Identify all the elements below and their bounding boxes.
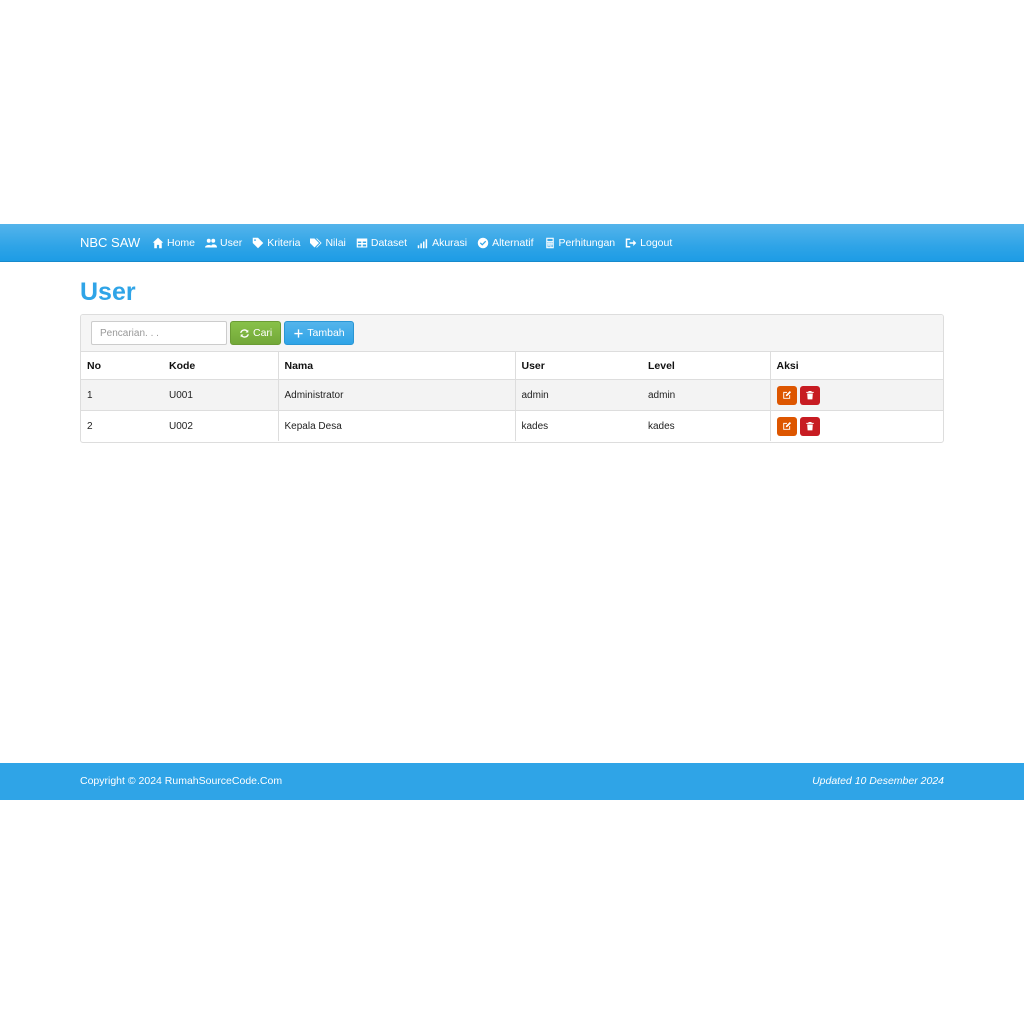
add-button[interactable]: Tambah [284,321,354,345]
top-navbar: NBC SAW Home User Kriteria Nilai Dataset… [0,224,1024,262]
cell-aksi [770,411,943,442]
delete-button[interactable] [799,416,820,436]
user-panel: Cari Tambah No Kode Nama User Level Aksi… [80,314,944,443]
check-circle-icon [477,237,489,249]
cell-user: kades [521,420,549,432]
nav-item-user[interactable]: User [205,237,242,249]
nav-item-akurasi[interactable]: Akurasi [417,237,467,249]
nav-item-dataset[interactable]: Dataset [356,237,407,249]
panel-toolbar: Cari Tambah [81,315,943,352]
nav-item-perhitungan[interactable]: Perhitungan [544,236,616,249]
nav-item-label: User [220,236,243,249]
cell-no: 1 [81,379,163,411]
nav-item-label: Home [167,236,196,249]
column-header-aksi: Aksi [770,352,943,380]
nav-item-nilai[interactable]: Nilai [310,236,346,249]
nav-item-label: Dataset [370,236,408,249]
plus-icon [294,328,303,338]
cell-nama: Kepala Desa [278,410,516,441]
nav-item-label: Nilai [325,236,346,249]
table-icon [356,237,368,249]
add-button-label: Tambah [307,327,345,339]
nav-item-label: Kriteria [267,236,301,249]
cell-nama: Administrator [278,379,516,411]
tag-icon [252,237,264,249]
search-button-label: Cari [253,327,273,339]
table-row: 1 U001 Administrator admin admin [81,379,943,411]
nav-item-logout[interactable]: Logout [625,237,672,249]
refresh-icon [240,328,249,338]
calculator-icon [544,237,556,249]
cell-kode: U001 [163,379,279,411]
footer: Copyright © 2024 RumahSourceCode.Com Upd… [0,763,1024,800]
trash-icon [805,421,814,431]
page-title: User [80,278,136,306]
edit-button[interactable] [776,416,797,436]
nav-item-label: Perhitungan [558,236,616,249]
footer-copyright: Copyright © 2024 RumahSourceCode.Com [80,775,283,787]
cell-aksi [770,379,943,411]
tags-icon [310,237,323,249]
home-icon [152,237,164,249]
edit-button[interactable] [776,385,797,405]
navbar-brand[interactable]: NBC SAW [80,224,140,261]
delete-button[interactable] [799,385,820,405]
nav-item-label: Alternatif [492,236,534,249]
nav-item-home[interactable]: Home [152,237,195,249]
footer-updated: Updated 10 Desember 2024 [812,775,944,787]
nav-item-alternatif[interactable]: Alternatif [477,236,534,249]
sign-out-icon [625,237,637,249]
column-header-level[interactable]: Level [642,352,771,380]
nav-item-label: Akurasi [432,236,468,249]
column-header-nama[interactable]: Nama [278,352,516,380]
cell-no: 2 [87,420,93,432]
cell-user: admin [515,379,642,411]
search-button[interactable]: Cari [230,321,282,345]
table-header-row: No Kode Nama User Level Aksi [81,352,943,380]
edit-icon [782,390,791,399]
navbar-menu: Home User Kriteria Nilai Dataset Akurasi… [152,224,682,261]
signal-icon [417,237,429,249]
trash-icon [805,390,814,400]
nav-item-label: Logout [640,236,673,249]
nav-item-kriteria[interactable]: Kriteria [252,237,300,249]
cell-level: kades [642,410,771,441]
column-header-no[interactable]: No [81,352,163,380]
search-input[interactable] [91,321,227,345]
table-row: 2 U002 Kepala Desa kades kades [81,410,943,442]
users-icon [205,237,218,249]
cell-kode: U002 [163,410,279,441]
edit-icon [782,421,791,430]
column-header-user[interactable]: User [515,352,642,380]
cell-level: admin [642,379,771,411]
user-table: No Kode Nama User Level Aksi 1 U001 Admi… [81,352,943,441]
column-header-kode[interactable]: Kode [163,352,279,380]
